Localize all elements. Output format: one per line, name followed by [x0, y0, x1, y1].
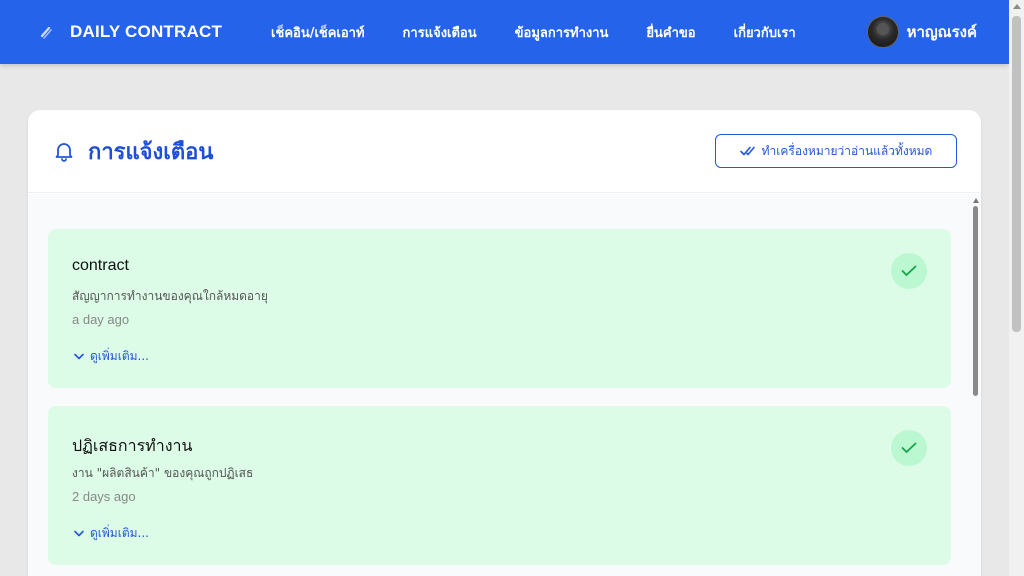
logo-icon: [40, 26, 52, 39]
notification-list: contract สัญญาการทำงานของคุณใกล้หมดอายุ …: [28, 194, 981, 576]
user-name: หาญณรงค์: [906, 23, 977, 41]
notification-time: a day ago: [72, 312, 130, 327]
avatar[interactable]: [866, 16, 899, 48]
notification-item: ปฏิเสธการทำงาน งาน "ผลิตสินค้า" ของคุณถู…: [48, 406, 951, 565]
notification-message: งาน "ผลิตสินค้า" ของคุณถูกปฏิเสธ: [72, 466, 254, 480]
top-navbar: DAILY CONTRACT เช็คอิน/เช็คเอาท์ การแจ้ง…: [0, 0, 1009, 64]
notification-title: ปฏิเสธการทำงาน: [72, 438, 193, 455]
chevron-down-icon: [74, 353, 84, 360]
mark-all-read-label: ทำเครื่องหมายว่าอ่านแล้วทั้งหมด: [761, 143, 933, 158]
nav-link-checkin[interactable]: เช็คอิน/เช็คเอาท์: [271, 22, 365, 43]
bell-icon: [55, 143, 73, 162]
mark-read-button[interactable]: [891, 430, 927, 466]
mark-all-read-button[interactable]: ทำเครื่องหมายว่าอ่านแล้วทั้งหมด: [715, 134, 957, 168]
brand-name: DAILY CONTRACT: [70, 22, 223, 41]
list-scroll-up-arrow-icon[interactable]: [973, 198, 979, 203]
see-more-link[interactable]: ดูเพิ่มเติม...: [74, 524, 149, 543]
check-icon: [901, 442, 917, 453]
list-scrollbar[interactable]: [971, 194, 981, 576]
double-check-icon: [739, 146, 755, 156]
notification-time: 2 days ago: [72, 489, 136, 504]
nav-link-notifications[interactable]: การแจ้งเตือน: [403, 22, 477, 43]
page-scrollbar[interactable]: [1009, 0, 1024, 576]
nav-links: เช็คอิน/เช็คเอาท์ การแจ้งเตือน ข้อมูลการ…: [271, 22, 796, 43]
page-title: การแจ้งเตือน: [88, 139, 214, 165]
list-scrollbar-thumb[interactable]: [973, 206, 978, 396]
nav-link-work-info[interactable]: ข้อมูลการทำงาน: [515, 22, 609, 43]
nav-link-requests[interactable]: ยื่นคำขอ: [646, 22, 695, 43]
see-more-link[interactable]: ดูเพิ่มเติม...: [74, 347, 149, 366]
chevron-down-icon: [74, 530, 84, 537]
page-scrollbar-thumb[interactable]: [1012, 16, 1021, 332]
card-header: การแจ้งเตือน ทำเครื่องหมายว่าอ่านแล้วทั้…: [28, 110, 981, 193]
nav-link-about[interactable]: เกี่ยวกับเรา: [734, 22, 796, 43]
mark-read-button[interactable]: [891, 253, 927, 289]
notification-item: contract สัญญาการทำงานของคุณใกล้หมดอายุ …: [48, 229, 951, 388]
see-more-label: ดูเพิ่มเติม...: [90, 526, 149, 540]
notifications-card: การแจ้งเตือน ทำเครื่องหมายว่าอ่านแล้วทั้…: [28, 110, 981, 576]
notification-message: สัญญาการทำงานของคุณใกล้หมดอายุ: [72, 289, 268, 303]
scroll-up-arrow-icon[interactable]: [1013, 4, 1021, 9]
brand[interactable]: DAILY CONTRACT: [40, 22, 222, 42]
check-icon: [901, 265, 917, 276]
user-menu[interactable]: หาญณรงค์: [866, 16, 977, 48]
see-more-label: ดูเพิ่มเติม...: [90, 349, 149, 363]
notification-title: contract: [72, 257, 129, 274]
